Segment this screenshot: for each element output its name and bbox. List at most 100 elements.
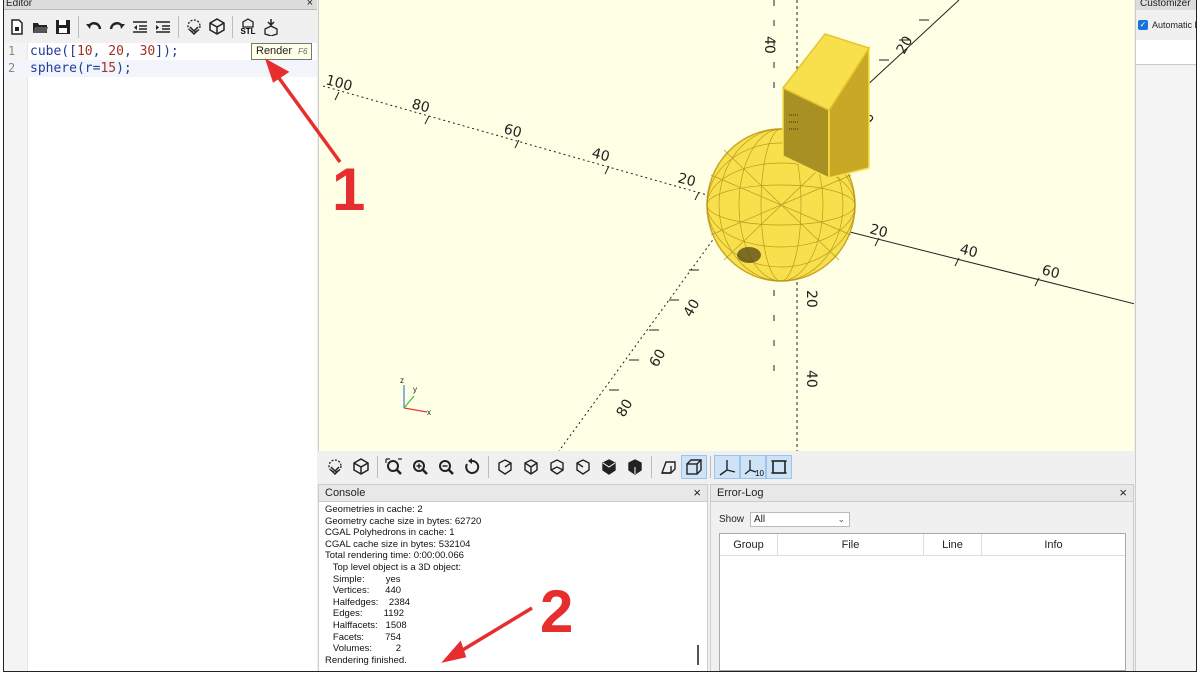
preview-icon[interactable] [183,16,205,38]
console-line: Total rendering time: 0:00:00.066 [325,550,464,562]
render-icon[interactable] [348,455,374,479]
toolbar-separator [651,456,652,478]
y-tick-label: 80 [614,397,637,420]
column-header-info[interactable]: Info [982,534,1125,555]
error-log-title-bar: Error-Log × [711,485,1133,502]
y-tick-label: 60 [647,347,670,370]
code-editor[interactable]: 1 cube([10, 20, 30]); 2 sphere(r=15); [4,43,317,671]
console-line: Vertices: 440 [325,585,402,597]
app-frame: Editor × STL 1 cube([10, 20, 30]); 2 sphere… [0,0,1200,675]
show-filter-row: Show All ⌄ [719,512,851,527]
column-header-group[interactable]: Group [720,534,778,555]
preview-icon[interactable] [322,455,348,479]
send-to-print-icon[interactable] [260,16,282,38]
orthogonal-icon[interactable] [681,455,707,479]
view-right-icon[interactable] [492,455,518,479]
toolbar-separator [178,16,179,38]
new-file-icon[interactable] [6,16,28,38]
column-header-line[interactable]: Line [924,534,982,555]
save-icon[interactable] [52,16,74,38]
show-filter-select[interactable]: All ⌄ [750,512,851,527]
z-tick-label: 40 [761,36,777,54]
customizer-panel: Customizer ✓ Automatic Preview [1135,0,1196,671]
x-tick-label: 100 [324,72,354,94]
show-edges-icon[interactable] [766,455,792,479]
openscad-window: Editor × STL 1 cube([10, 20, 30]); 2 sphere… [3,0,1197,672]
console-line: Rendering finished. [325,654,407,666]
tooltip-shortcut: F6 [298,47,308,56]
error-log-close-button[interactable]: × [1119,485,1127,501]
editor-toolbar: STL [4,11,317,43]
x-tick-label: 40 [958,241,979,261]
view-bottom-icon[interactable] [544,455,570,479]
code-text: sphere(r=15); [30,61,132,76]
console-line: Geometry cache size in bytes: 62720 [325,515,482,527]
code-text: cube([10, 20, 30]); [30,44,179,59]
x-tick-label: 80 [410,96,431,116]
view-top-icon[interactable] [518,455,544,479]
console-line: Halfedges: 2384 [325,596,411,608]
view-back-icon[interactable] [622,455,648,479]
annotation-label-1: 1 [332,156,366,223]
console-line: CGAL Polyhedrons in cache: 1 [325,527,455,539]
annotation-label-2: 2 [540,578,574,645]
console-line: Top level object is a 3D object: [325,561,462,573]
3d-viewport[interactable]: 100 80 60 40 20 20 40 60 40 60 80 20 40 … [318,0,1134,451]
editor-title-bar: Editor × [4,0,317,10]
stl-label: STL [240,27,256,36]
x-tick-label: 20 [868,221,889,241]
console-output[interactable]: Geometries in cache: 2 Geometry cache siz… [319,503,707,671]
z-tick-label: 40 [803,370,819,388]
editor-title: Editor [6,0,33,9]
open-file-icon[interactable] [29,16,51,38]
console-scrollbar[interactable] [697,645,699,665]
code-line[interactable]: 2 sphere(r=15); [4,60,317,77]
automatic-preview-checkbox[interactable]: ✓ Automatic Preview [1138,20,1196,30]
line-number: 1 [8,44,16,58]
view-all-icon[interactable] [381,455,407,479]
tooltip-label: Render [256,45,293,57]
error-log-title: Error-Log [717,487,764,499]
view-toolbar: 10 [318,452,1134,482]
render-tooltip: Render F6 [251,43,313,60]
column-header-file[interactable]: File [778,534,924,555]
customizer-preset-area [1136,40,1196,65]
view-front-icon[interactable] [596,455,622,479]
render-icon[interactable] [206,16,228,38]
toolbar-separator [78,16,79,38]
x-tick-label: 60 [502,121,523,141]
console-line: Edges: 1192 [325,608,405,620]
show-axes-icon[interactable] [714,455,740,479]
zoom-out-icon[interactable] [433,455,459,479]
perspective-icon[interactable] [655,455,681,479]
redo-icon[interactable] [106,16,128,38]
console-close-button[interactable]: × [693,485,701,501]
console-line: Simple: yes [325,573,401,585]
error-log-table: Group File Line Info [719,533,1126,671]
console-line: Volumes: 2 [325,643,402,655]
line-number-gutter [4,43,28,671]
check-icon: ✓ [1138,20,1148,30]
customizer-title: Customizer [1136,0,1196,10]
y-axis-negative [558,203,740,451]
console-title-bar: Console × [319,485,707,502]
show-label: Show [719,514,745,525]
axes-indicator: z y x [400,376,431,417]
viewport-canvas: 100 80 60 40 20 20 40 60 40 60 80 20 40 … [322,0,1134,451]
view-left-icon[interactable] [570,455,596,479]
export-stl-icon[interactable]: STL [237,16,259,38]
error-log-header: Group File Line Info [720,534,1125,556]
undo-icon[interactable] [83,16,105,38]
console-line: CGAL cache size in bytes: 532104 [325,538,471,550]
reset-view-icon[interactable] [459,455,485,479]
indent-icon[interactable] [152,16,174,38]
z-tick-label: 20 [803,290,819,308]
chevron-down-icon: ⌄ [837,514,846,524]
cube-object [781,33,871,180]
editor-close-button[interactable]: × [307,0,313,9]
show-scale-markers-icon[interactable]: 10 [740,455,766,479]
zoom-in-icon[interactable] [407,455,433,479]
unindent-icon[interactable] [129,16,151,38]
x-tick-label: 60 [1040,262,1061,282]
toolbar-separator [710,456,711,478]
